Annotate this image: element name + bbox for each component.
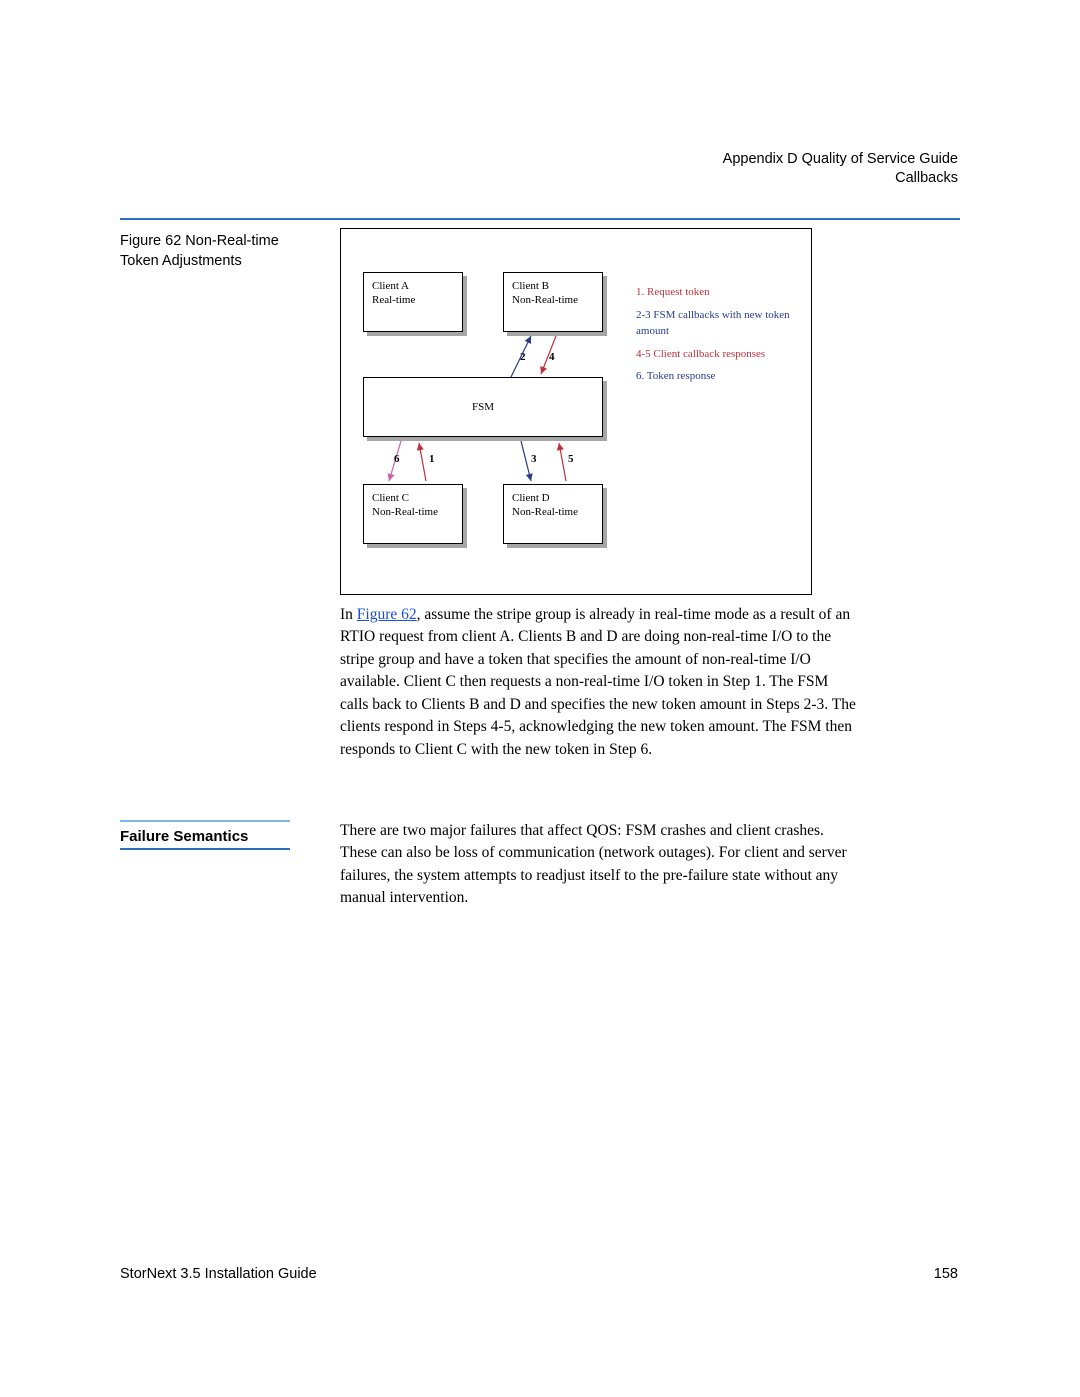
legend-4: 6. Token response (636, 368, 801, 385)
figure-62-diagram: Client A Real-time Client B Non-Real-tim… (340, 228, 812, 595)
legend-1: 1. Request token (636, 284, 801, 301)
flow-label-6: 6 (394, 453, 400, 465)
paragraph-2: There are two major failures that affect… (340, 820, 860, 910)
legend-3: 4-5 Client callback responses (636, 346, 801, 363)
figure-caption: Figure 62 Non-Real-time Token Adjustment… (120, 232, 300, 271)
running-header: Appendix D Quality of Service Guide Call… (723, 150, 958, 188)
para1-pre: In (340, 606, 357, 623)
section-rule-top (120, 820, 290, 822)
flow-label-4: 4 (549, 351, 555, 363)
flow-label-2: 2 (520, 351, 526, 363)
paragraph-1: In Figure 62, assume the stripe group is… (340, 604, 860, 761)
footer-page-number: 158 (934, 1266, 958, 1282)
flow-label-1: 1 (429, 453, 435, 465)
top-divider (120, 218, 960, 220)
section-rule-bottom (120, 848, 290, 850)
footer-title: StorNext 3.5 Installation Guide (120, 1266, 317, 1282)
figure-62-link[interactable]: Figure 62 (357, 606, 417, 623)
header-line-2: Callbacks (723, 169, 958, 188)
figure-legend: 1. Request token 2-3 FSM callbacks with … (636, 284, 801, 385)
section-title: Failure Semantics (120, 828, 290, 845)
para1-post: , assume the stripe group is already in … (340, 606, 856, 758)
document-page: Appendix D Quality of Service Guide Call… (0, 0, 1080, 1397)
legend-2: 2-3 FSM callbacks with new token amount (636, 307, 801, 340)
flow-label-5: 5 (568, 453, 574, 465)
flow-label-3: 3 (531, 453, 537, 465)
header-line-1: Appendix D Quality of Service Guide (723, 150, 958, 169)
